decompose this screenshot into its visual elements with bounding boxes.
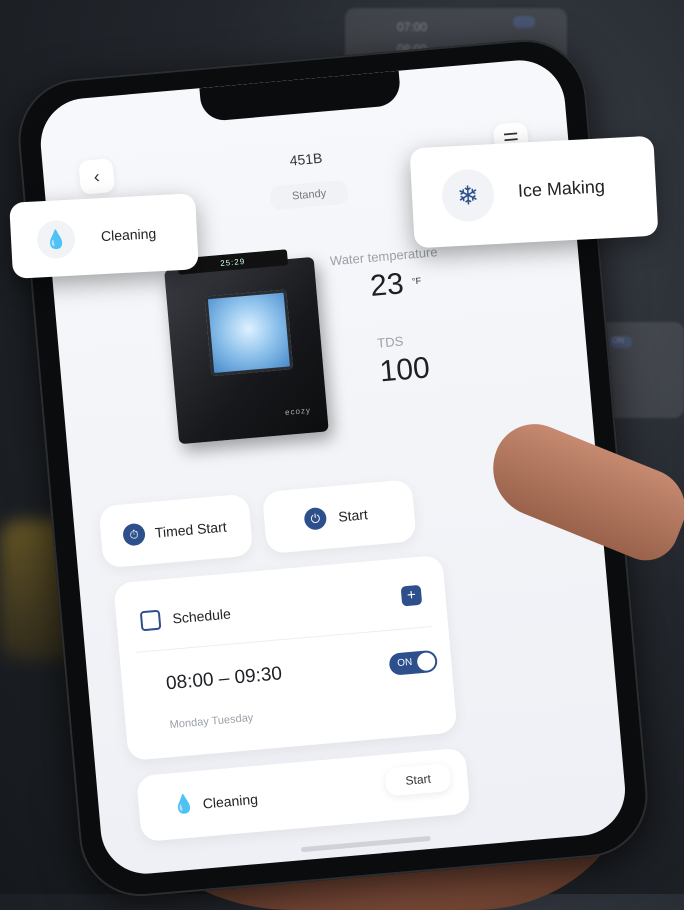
cleaning-start-button[interactable]: Start (384, 762, 452, 797)
add-schedule-button[interactable]: + (400, 584, 423, 607)
ice-window (204, 289, 294, 377)
machine-brand: ecozy (284, 405, 312, 417)
tds-value: 100 (378, 351, 432, 389)
start-button[interactable]: ⏻ Start (261, 479, 417, 555)
cleaning-callout-label: Cleaning (100, 225, 157, 245)
schedule-toggle[interactable]: ON (388, 649, 439, 676)
background-toggle-label: ON (612, 336, 624, 345)
timer-icon: ⏱ (122, 522, 146, 547)
water-temperature-unit: °F (411, 275, 422, 287)
water-temperature-label: Water temperature (329, 244, 439, 269)
tds-label: TDS (376, 333, 404, 351)
schedule-card: Schedule + 08:00 – 09:30 ON Monday Tuesd… (113, 554, 458, 761)
ice-machine-image: 25:29 ecozy (164, 249, 329, 445)
calendar-icon (139, 609, 162, 632)
schedule-title: Schedule (171, 605, 232, 627)
background-time-a: 07:00 (397, 20, 428, 34)
cleaning-callout: 💧 Cleaning (9, 193, 199, 279)
status-badge: Standy (269, 179, 350, 211)
timed-start-button[interactable]: ⏱ Timed Start (98, 493, 254, 569)
cleaning-icon: 💧 (36, 219, 77, 260)
schedule-toggle-label: ON (396, 656, 413, 670)
schedule-days: Monday Tuesday (169, 711, 254, 732)
cleaning-row: 💧 Cleaning Start (136, 747, 471, 843)
timed-start-label: Timed Start (154, 518, 228, 541)
ice-making-callout: ❄ Ice Making (409, 135, 659, 249)
schedule-time-range: 08:00 – 09:30 (165, 663, 283, 695)
background-toggle (513, 16, 535, 28)
schedule-divider (135, 625, 433, 653)
start-label: Start (337, 506, 369, 525)
cleaning-label: Cleaning (202, 790, 259, 812)
water-temperature-value: 23 (368, 267, 406, 303)
ice-making-callout-label: Ice Making (517, 176, 606, 201)
home-indicator (300, 835, 431, 853)
phone-notch (199, 70, 402, 123)
toggle-knob (416, 651, 436, 672)
power-icon: ⏻ (303, 506, 328, 531)
snowflake-icon: ❄ (440, 168, 496, 223)
water-drop-icon: 💧 (171, 793, 196, 816)
